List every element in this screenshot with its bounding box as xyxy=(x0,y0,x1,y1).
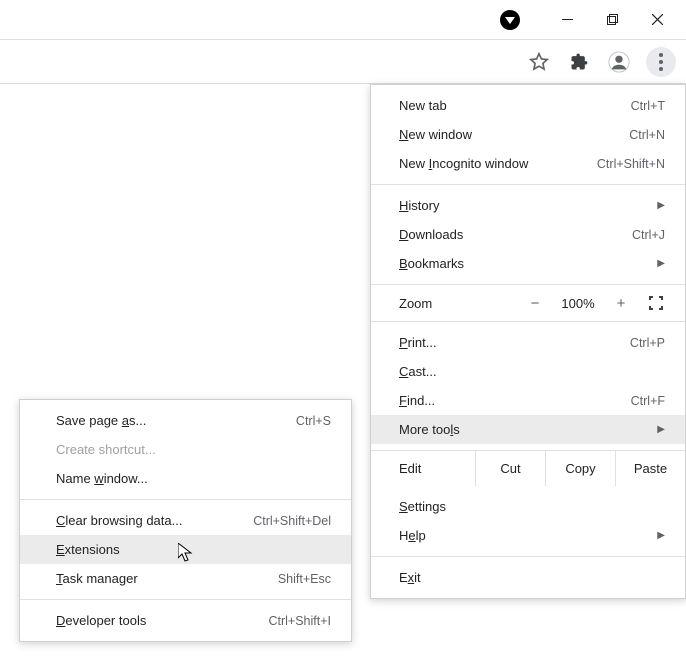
close-button[interactable] xyxy=(635,5,680,35)
menu-item-shortcut: Ctrl+P xyxy=(630,336,665,350)
menu-item-label: Cast... xyxy=(399,364,665,379)
submenu-item-create-shortcut: Create shortcut... xyxy=(20,435,351,464)
submenu-item-name-window[interactable]: Name window... xyxy=(20,464,351,493)
submenu-item-extensions[interactable]: Extensions xyxy=(20,535,351,564)
browser-toolbar xyxy=(0,40,686,84)
menu-item-more-tools[interactable]: More tools▶ xyxy=(371,415,685,444)
menu-item-label: Print... xyxy=(399,335,630,350)
copy-button[interactable]: Copy xyxy=(545,451,615,486)
zoom-out-button[interactable]: − xyxy=(517,295,553,312)
page-state-icon xyxy=(500,10,520,30)
menu-item-downloads[interactable]: DownloadsCtrl+J xyxy=(371,220,685,249)
menu-item-label: Task manager xyxy=(56,571,278,586)
zoom-label: Zoom xyxy=(399,296,517,311)
menu-item-shortcut: Shift+Esc xyxy=(278,572,331,586)
submenu-item-save-page-as[interactable]: Save page as...Ctrl+S xyxy=(20,406,351,435)
menu-item-shortcut: Ctrl+N xyxy=(629,128,665,142)
menu-item-label: Save page as... xyxy=(56,413,296,428)
menu-item-label: Settings xyxy=(399,499,665,514)
menu-item-label: New tab xyxy=(399,98,631,113)
menu-item-shortcut: Ctrl+Shift+N xyxy=(597,157,665,171)
fullscreen-icon[interactable] xyxy=(639,296,673,310)
minimize-button[interactable] xyxy=(545,5,590,35)
bookmark-star-icon[interactable] xyxy=(526,49,552,75)
menu-item-find[interactable]: Find...Ctrl+F xyxy=(371,386,685,415)
menu-edit-row: Edit Cut Copy Paste xyxy=(371,450,685,486)
menu-item-label: Find... xyxy=(399,393,631,408)
menu-item-label: New Incognito window xyxy=(399,156,597,171)
menu-zoom-row: Zoom − 100% + xyxy=(371,285,685,321)
submenu-item-developer-tools[interactable]: Developer toolsCtrl+Shift+I xyxy=(20,606,351,635)
menu-item-help[interactable]: Help▶ xyxy=(371,521,685,550)
menu-item-settings[interactable]: Settings xyxy=(371,492,685,521)
menu-item-exit[interactable]: Exit xyxy=(371,563,685,592)
menu-item-shortcut: Ctrl+Shift+I xyxy=(268,614,331,628)
main-menu: New tabCtrl+TNew windowCtrl+NNew Incogni… xyxy=(370,84,686,599)
menu-item-bookmarks[interactable]: Bookmarks▶ xyxy=(371,249,685,278)
more-tools-submenu: Save page as...Ctrl+S Create shortcut... N… xyxy=(19,399,352,642)
menu-item-label: Extensions xyxy=(56,542,331,557)
menu-item-history[interactable]: History▶ xyxy=(371,191,685,220)
menu-item-label: Developer tools xyxy=(56,613,268,628)
menu-item-shortcut: Ctrl+S xyxy=(296,414,331,428)
menu-item-print[interactable]: Print...Ctrl+P xyxy=(371,328,685,357)
maximize-button[interactable] xyxy=(590,5,635,35)
submenu-item-clear-browsing-data[interactable]: Clear browsing data...Ctrl+Shift+Del xyxy=(20,506,351,535)
extensions-icon[interactable] xyxy=(566,49,592,75)
menu-item-label: Create shortcut... xyxy=(56,442,331,457)
menu-item-label: Help xyxy=(399,528,657,543)
submenu-arrow-icon: ▶ xyxy=(657,200,665,211)
menu-item-cast[interactable]: Cast... xyxy=(371,357,685,386)
menu-item-label: Name window... xyxy=(56,471,331,486)
paste-button[interactable]: Paste xyxy=(615,451,685,486)
menu-item-label: History xyxy=(399,198,657,213)
menu-item-label: Clear browsing data... xyxy=(56,513,253,528)
window-titlebar xyxy=(0,0,686,40)
menu-item-shortcut: Ctrl+F xyxy=(631,394,665,408)
submenu-arrow-icon: ▶ xyxy=(657,258,665,269)
submenu-item-task-manager[interactable]: Task managerShift+Esc xyxy=(20,564,351,593)
submenu-arrow-icon: ▶ xyxy=(657,530,665,541)
edit-label: Edit xyxy=(371,451,475,486)
profile-avatar-icon[interactable] xyxy=(606,49,632,75)
menu-item-label: New window xyxy=(399,127,629,142)
menu-item-shortcut: Ctrl+T xyxy=(631,99,665,113)
menu-item-new-incognito-window[interactable]: New Incognito windowCtrl+Shift+N xyxy=(371,149,685,178)
menu-item-label: Downloads xyxy=(399,227,632,242)
cut-button[interactable]: Cut xyxy=(475,451,545,486)
menu-item-new-tab[interactable]: New tabCtrl+T xyxy=(371,91,685,120)
zoom-value: 100% xyxy=(553,296,603,311)
menu-item-shortcut: Ctrl+Shift+Del xyxy=(253,514,331,528)
menu-item-label: Bookmarks xyxy=(399,256,657,271)
submenu-arrow-icon: ▶ xyxy=(657,424,665,435)
menu-item-new-window[interactable]: New windowCtrl+N xyxy=(371,120,685,149)
menu-item-shortcut: Ctrl+J xyxy=(632,228,665,242)
menu-item-label: Exit xyxy=(399,570,665,585)
menu-item-label: More tools xyxy=(399,422,657,437)
main-menu-button[interactable] xyxy=(646,47,676,77)
zoom-in-button[interactable]: + xyxy=(603,295,639,312)
